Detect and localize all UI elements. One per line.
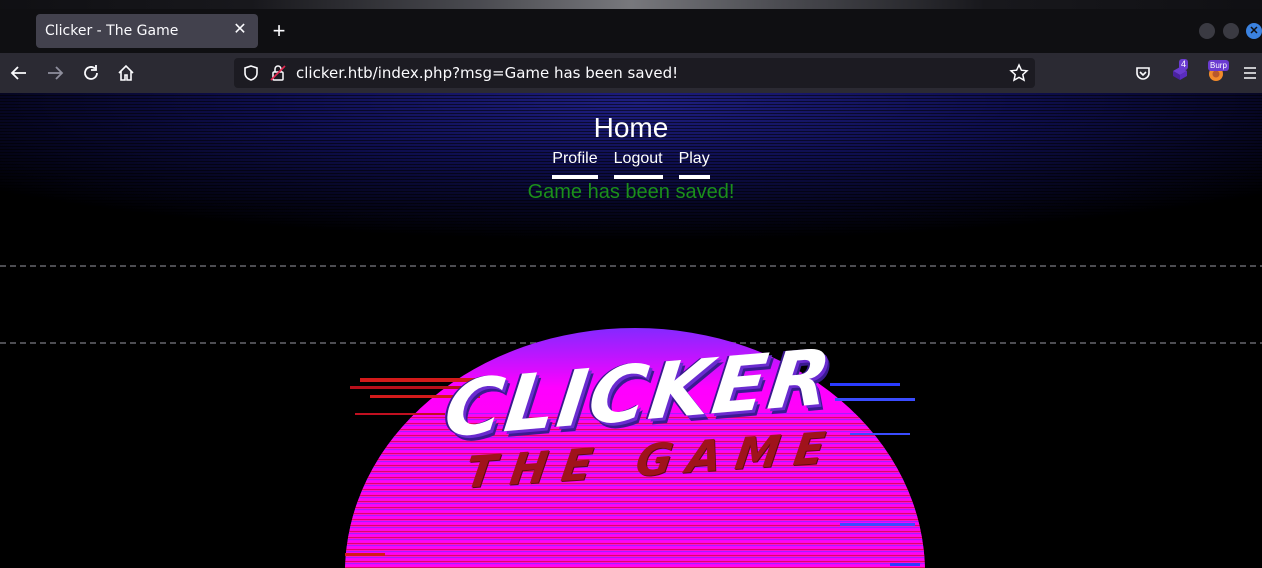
nav-link-profile[interactable]: Profile [552, 150, 598, 179]
back-icon[interactable] [9, 63, 29, 83]
tab-strip: Clicker - The Game ✕ + ✕ [0, 0, 1262, 53]
shield-icon[interactable] [242, 64, 260, 87]
maximize-window-button[interactable] [1223, 23, 1239, 39]
home-icon[interactable] [116, 63, 136, 83]
tab-clicker[interactable]: Clicker - The Game ✕ [36, 14, 258, 48]
burp-badge: Burp [1208, 60, 1229, 71]
background-scanline [0, 265, 1262, 267]
insecure-lock-icon[interactable] [270, 64, 286, 87]
minimize-window-button[interactable] [1199, 23, 1215, 39]
burp-icon[interactable]: Burp [1206, 60, 1229, 83]
page-content: Home Profile Logout Play Game has been s… [0, 93, 1262, 568]
pocket-icon[interactable] [1133, 63, 1153, 83]
navigation-toolbar: clicker.htb/index.php?msg=Game has been … [0, 53, 1262, 93]
status-message: Game has been saved! [527, 181, 735, 203]
titlebar-background [0, 0, 1262, 9]
close-tab-icon[interactable]: ✕ [230, 20, 250, 40]
url-bar[interactable]: clicker.htb/index.php?msg=Game has been … [234, 58, 1035, 88]
menu-icon[interactable] [1240, 63, 1260, 83]
new-tab-button[interactable]: + [268, 20, 290, 42]
page-title: Home [593, 112, 669, 143]
extension-badge: 4 [1179, 59, 1189, 70]
site-nav: Profile Logout Play [0, 150, 1262, 179]
tab-title: Clicker - The Game [45, 23, 179, 39]
nav-link-play[interactable]: Play [678, 150, 710, 179]
forward-icon[interactable] [45, 63, 65, 83]
url-text: clicker.htb/index.php?msg=Game has been … [296, 64, 679, 82]
extension-icon[interactable]: 4 [1170, 59, 1190, 83]
bookmark-star-icon[interactable] [1009, 63, 1029, 88]
close-window-button[interactable]: ✕ [1246, 23, 1262, 39]
nav-link-logout[interactable]: Logout [613, 150, 663, 179]
reload-icon[interactable] [81, 63, 101, 83]
